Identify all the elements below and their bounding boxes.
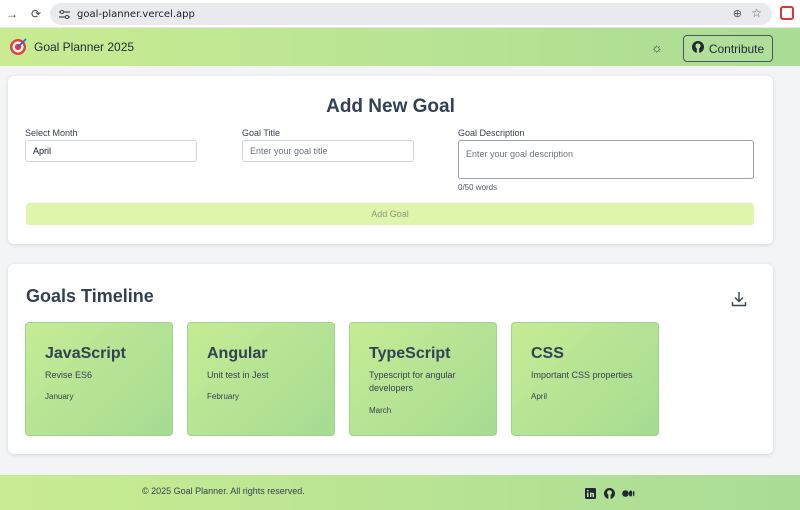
goal-title: JavaScript (45, 345, 126, 362)
theme-toggle-sun-icon[interactable]: ☼ (651, 40, 663, 55)
bookmark-star-icon[interactable]: ☆ (751, 6, 762, 20)
goal-description: Important CSS properties (531, 370, 633, 380)
goal-month: February (207, 392, 240, 401)
goal-description-label: Goal Description (458, 128, 525, 138)
goal-description: Unit test in Jest (207, 370, 269, 380)
forward-arrow-icon[interactable]: → (4, 7, 20, 21)
contribute-label: Contribute (708, 41, 765, 56)
goal-month: January (45, 392, 74, 401)
goal-card[interactable]: JavaScript Revise ES6 January (25, 322, 173, 436)
goal-description: Revise ES6 (45, 370, 93, 380)
goal-title: TypeScript (369, 345, 451, 362)
github-icon (691, 41, 704, 56)
browser-toolbar: → ⟳ goal-planner.vercel.app ⊕ ☆ (0, 0, 800, 28)
goal-title: Angular (207, 345, 268, 362)
goal-card[interactable]: CSS Important CSS properties April (511, 322, 659, 436)
word-count: 0/50 words (458, 183, 498, 192)
github-icon[interactable] (604, 486, 615, 499)
goal-title-input[interactable]: Enter your goal title (242, 140, 414, 162)
timeline-title: Goals Timeline (26, 286, 154, 306)
goal-title: CSS (531, 345, 564, 362)
goal-month: March (369, 406, 392, 415)
app-title: Goal Planner 2025 (34, 40, 135, 54)
add-goal-button[interactable]: Add Goal (26, 203, 754, 225)
goal-title-label: Goal Title (242, 128, 281, 138)
add-goal-card: Add New Goal Select Month April Goal Tit… (8, 76, 773, 244)
app-footer: © 2025 Goal Planner. All rights reserved… (0, 475, 800, 510)
address-bar[interactable]: goal-planner.vercel.app ⊕ ☆ (50, 3, 772, 25)
zoom-icon[interactable]: ⊕ (733, 7, 742, 20)
linkedin-icon[interactable] (585, 486, 596, 499)
target-logo-icon (9, 38, 27, 56)
goal-description: Typescript for angular developers (369, 370, 456, 393)
contribute-button[interactable]: Contribute (683, 35, 773, 62)
download-icon[interactable] (730, 290, 748, 308)
medium-icon[interactable] (622, 486, 635, 497)
app-header: Goal Planner 2025 ☼ (0, 28, 800, 66)
reload-icon[interactable]: ⟳ (28, 7, 44, 21)
goal-description-textarea[interactable]: Enter your goal description (458, 140, 754, 179)
goal-card[interactable]: TypeScript Typescript for angular develo… (349, 322, 497, 436)
month-label: Select Month (25, 128, 78, 138)
url-text: goal-planner.vercel.app (77, 8, 195, 20)
copyright-text: © 2025 Goal Planner. All rights reserved… (142, 486, 305, 496)
month-select[interactable]: April (25, 140, 197, 162)
add-goal-title: Add New Goal (326, 96, 455, 117)
goals-timeline-card: Goals Timeline JavaScript Revise ES6 Jan… (8, 264, 773, 454)
goal-card[interactable]: Angular Unit test in Jest February (187, 322, 335, 436)
site-settings-icon[interactable] (57, 7, 71, 21)
extension-icon[interactable] (780, 6, 794, 20)
goal-month: April (531, 392, 548, 401)
